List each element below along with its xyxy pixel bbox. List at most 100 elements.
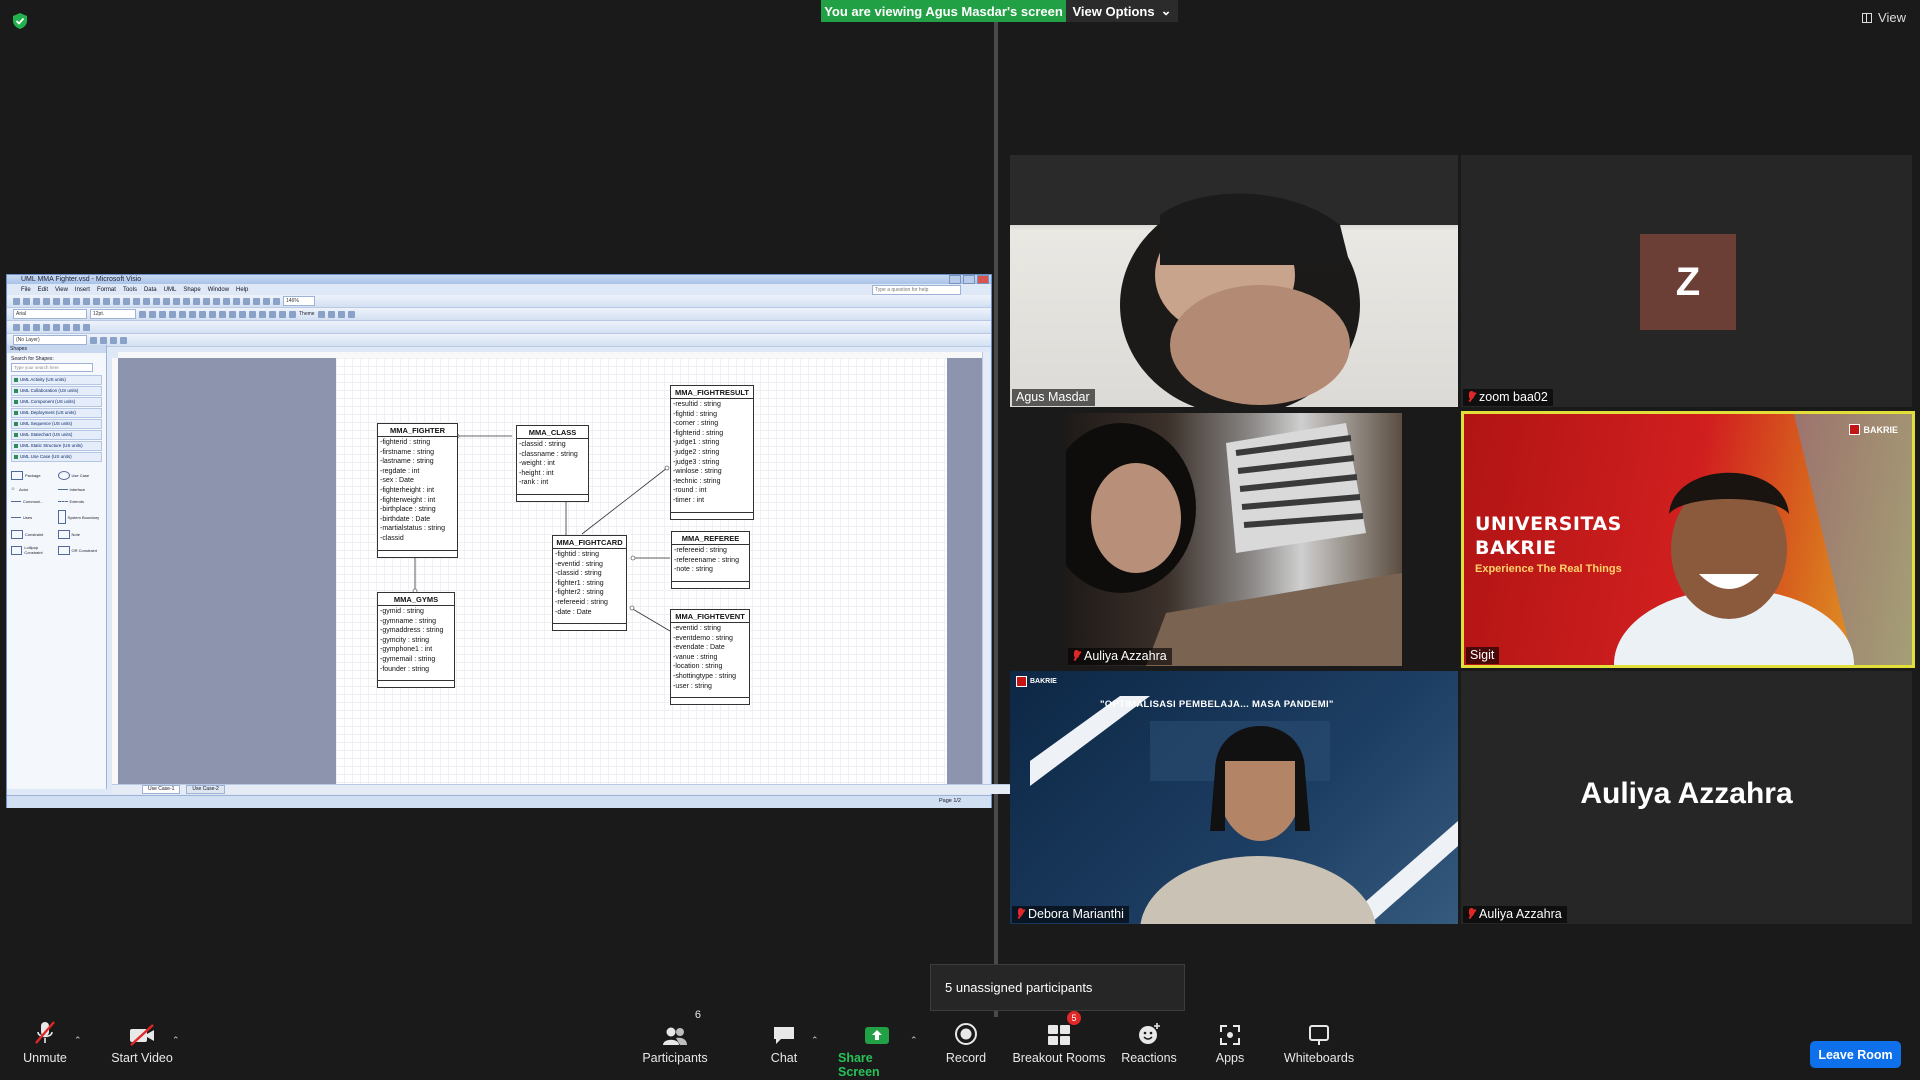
entity-mma-fighter: MMA_FIGHTER -fighterid : string -firstna… xyxy=(377,423,458,558)
entity-attr: -firstname : string xyxy=(380,448,435,456)
stencil-shape: Note xyxy=(57,530,103,539)
breakout-rooms-button[interactable]: 5 Breakout Rooms xyxy=(1012,1011,1106,1080)
entity-attr: -weight : int xyxy=(519,460,555,468)
reactions-icon xyxy=(1139,1023,1160,1044)
chevron-down-icon: ⌄ xyxy=(1160,3,1172,18)
entity-name: MMA_REFEREE xyxy=(672,532,749,545)
universitas-bakrie-tagline: Experience The Real Things xyxy=(1475,563,1622,575)
ask-question-box: Type a question for help xyxy=(872,285,961,295)
entity-attr: -birthplace : string xyxy=(380,506,436,514)
entity-attr: -date : Date xyxy=(555,608,592,616)
entity-mma-fightresult: MMA_FIGHTRESULT -resultid : string -figh… xyxy=(670,385,754,520)
security-shield-icon[interactable] xyxy=(11,12,29,30)
video-off-icon xyxy=(130,1024,154,1046)
video-tile-agus-masdar[interactable]: Agus Masdar xyxy=(1010,155,1458,407)
mic-muted-icon xyxy=(1467,391,1476,403)
entity-attr: -note : string xyxy=(674,566,713,574)
view-button[interactable]: View xyxy=(1862,10,1906,25)
entity-name: MMA_FIGHTRESULT xyxy=(671,386,753,399)
apps-button[interactable]: Apps xyxy=(1210,1017,1250,1080)
share-screen-button[interactable]: Share Screen xyxy=(838,1017,916,1080)
video-tile-debora-marianthi[interactable]: BAKRIE "OPTIMALISASI PEMBELAJA... MASA P… xyxy=(1010,671,1458,924)
avatar: Z xyxy=(1640,234,1736,330)
video-tile-auliya-azzahra[interactable]: Auliya Azzahra xyxy=(1066,413,1402,666)
entity-attr: -timer : int xyxy=(673,496,705,504)
font-name-field: Arial xyxy=(13,309,87,319)
participants-button[interactable]: 6 Participants xyxy=(640,1009,710,1080)
video-options-caret-icon[interactable]: ⌃ xyxy=(172,1035,180,1046)
entity-name: MMA_FIGHTER xyxy=(378,424,457,437)
entity-mma-referee: MMA_REFEREE -refereeid : string -referee… xyxy=(671,531,750,589)
stencil-item: UML Sequence (US units) xyxy=(11,419,102,429)
chat-icon xyxy=(774,1027,794,1044)
entity-attr: -founder : string xyxy=(380,665,430,673)
page-tab-use-case-2: Use Case-2 xyxy=(186,785,225,794)
entity-attr: -martialstatus : string xyxy=(380,525,445,533)
universitas-bakrie-title: UNIVERSITAS BAKRIE xyxy=(1475,513,1622,559)
page-status: Page 1/2 xyxy=(938,798,961,804)
entity-attr: -fighterheight : int xyxy=(380,486,435,494)
stencil-shape: Uses xyxy=(11,510,56,524)
entity-attr: -birthdate : Date xyxy=(380,515,431,523)
entity-mma-fightcard: MMA_FIGHTCARD -fightid : string -eventid… xyxy=(552,535,627,632)
share-screen-label: Share Screen xyxy=(838,1051,880,1079)
entity-attr: -judge2 : string xyxy=(673,448,720,456)
video-tile-zoom-baa02[interactable]: Z zoom baa02 xyxy=(1461,155,1912,407)
unassigned-participants-notice[interactable]: 5 unassigned participants xyxy=(930,964,1185,1011)
whiteboards-button[interactable]: Whiteboards xyxy=(1283,1017,1355,1080)
record-button[interactable]: Record xyxy=(942,1017,990,1080)
chat-label: Chat xyxy=(770,1051,798,1065)
record-label: Record xyxy=(945,1051,987,1065)
entity-attr: -refereeid : string xyxy=(555,598,608,606)
entity-attr: -resultid : string xyxy=(673,401,721,408)
relationship-lines xyxy=(412,433,671,632)
entity-mma-class: MMA_CLASS -classid : string -classname :… xyxy=(516,425,589,502)
webinar-banner: "OPTIMALISASI PEMBELAJA... MASA PANDEMI" xyxy=(1100,699,1334,710)
video-tile-auliya-azzahra-name[interactable]: Auliya Azzahra Auliya Azzahra xyxy=(1461,671,1912,924)
video-feed xyxy=(1010,155,1458,407)
breakout-rooms-label: Breakout Rooms xyxy=(1012,1051,1106,1065)
participant-name-tag: Debora Marianthi xyxy=(1012,906,1129,923)
unmute-button[interactable]: Unmute xyxy=(18,1017,72,1080)
menu-format: Format xyxy=(96,286,116,293)
reactions-button[interactable]: Reactions xyxy=(1121,1017,1177,1080)
audio-options-caret-icon[interactable]: ⌃ xyxy=(74,1035,82,1046)
record-icon xyxy=(955,1023,977,1045)
entity-attr: -fightid : string xyxy=(555,551,599,558)
mic-muted-icon xyxy=(1072,650,1081,662)
stencil-item: UML Component (US units) xyxy=(11,397,102,407)
bakrie-logo: BAKRIE xyxy=(1849,424,1898,435)
menu-help: Help xyxy=(236,286,249,293)
mic-muted-icon xyxy=(1016,908,1025,920)
formatting-toolbar: Arial 12pt. Theme xyxy=(7,308,991,321)
drawing-page: MMA_FIGHTER -fighterid : string -firstna… xyxy=(336,358,947,784)
entity-attr: -lastname : string xyxy=(380,458,434,466)
stencil-item: UML Activity (US units) xyxy=(11,375,102,385)
chat-button[interactable]: Chat xyxy=(765,1017,803,1080)
meeting-toolbar: Unmute ⌃ Start Video ⌃ 6 Participants Ch… xyxy=(0,1009,1920,1080)
leave-room-button[interactable]: Leave Room xyxy=(1810,1041,1901,1068)
view-options-label: View Options xyxy=(1072,3,1155,19)
apps-icon xyxy=(1220,1025,1240,1045)
start-video-button[interactable]: Start Video xyxy=(106,1017,178,1080)
stencil-shape: Constraint xyxy=(11,530,56,539)
shapes-pane: Shapes Search for Shapes: Type your sear… xyxy=(7,345,107,789)
entity-mma-gyms: MMA_GYMS -gymid : string -gymname : stri… xyxy=(377,592,455,689)
stencil-shape: Communi... xyxy=(11,499,56,504)
mic-muted-icon xyxy=(35,1021,55,1044)
zoom-field: 146% xyxy=(283,296,315,306)
share-options-caret-icon[interactable]: ⌃ xyxy=(910,1035,918,1046)
participant-name-tag: Sigit xyxy=(1466,647,1500,664)
share-divider[interactable] xyxy=(994,22,998,1027)
entity-attr: -regdate : int xyxy=(380,467,420,475)
video-tile-sigit-active-speaker[interactable]: BAKRIE UNIVERSITAS BAKRIE Experience The… xyxy=(1461,411,1915,668)
visio-status-bar: Page 1/2 xyxy=(7,795,991,808)
entity-attr: -judge3 : string xyxy=(673,458,720,466)
entity-attr: -vanue : string xyxy=(673,653,718,661)
participants-icon xyxy=(663,1027,687,1045)
menu-tools: Tools xyxy=(122,286,137,293)
chat-options-caret-icon[interactable]: ⌃ xyxy=(811,1035,819,1046)
standard-toolbar: 146% xyxy=(7,295,991,308)
grid-view-icon xyxy=(1862,12,1873,23)
view-options-button[interactable]: View Options ⌄ xyxy=(1066,0,1178,22)
